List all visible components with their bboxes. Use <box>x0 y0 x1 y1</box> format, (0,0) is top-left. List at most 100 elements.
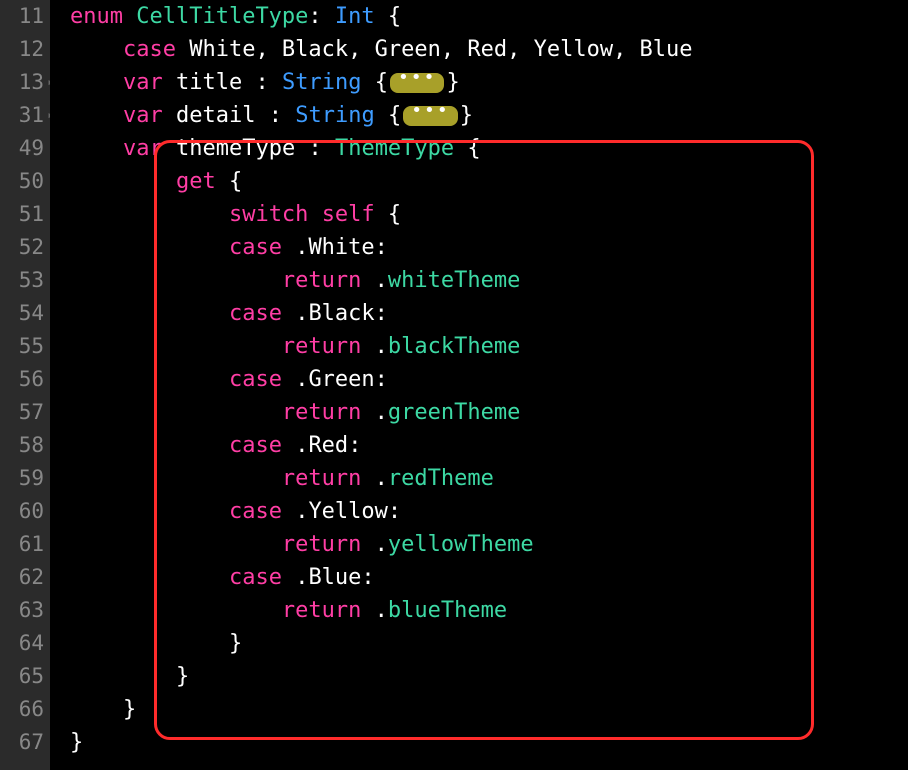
code-line: return .greenTheme <box>70 396 908 429</box>
keyword-self: self <box>322 202 375 227</box>
line-number-gutter: 111213▸31▸495051525354555657585960616263… <box>0 0 50 770</box>
punct: : <box>361 565 374 590</box>
type-int: Int <box>335 4 375 29</box>
ellipsis-icon: ••• <box>398 67 437 88</box>
line-number: 54 <box>4 297 44 330</box>
line-number: 51 <box>4 198 44 231</box>
code-line: case .Yellow: <box>70 495 908 528</box>
ellipsis-icon: ••• <box>411 100 450 121</box>
line-number: 62 <box>4 561 44 594</box>
punct: . <box>375 532 388 557</box>
member: yellowTheme <box>388 532 534 557</box>
line-number: 57 <box>4 396 44 429</box>
code-line: return .yellowTheme <box>70 528 908 561</box>
code-line: } <box>70 627 908 660</box>
type-name: CellTitleType <box>136 4 308 29</box>
keyword-case: case <box>229 433 282 458</box>
type-theme: ThemeType <box>335 136 454 161</box>
keyword-return: return <box>282 466 361 491</box>
brace: { <box>388 4 401 29</box>
code-line: case White, Black, Green, Red, Yellow, B… <box>70 33 908 66</box>
keyword-switch: switch <box>229 202 308 227</box>
code-line: return .blueTheme <box>70 594 908 627</box>
code-line: return .blackTheme <box>70 330 908 363</box>
line-number: 11 <box>4 0 44 33</box>
type-string: String <box>295 103 374 128</box>
brace: { <box>388 103 401 128</box>
var-name: title <box>176 70 242 95</box>
code-area[interactable]: enum CellTitleType: Int { case White, Bl… <box>50 0 908 770</box>
keyword-var: var <box>123 70 163 95</box>
punct: : <box>375 235 388 260</box>
line-number: 31▸ <box>4 99 44 132</box>
punct: . <box>295 565 308 590</box>
keyword-return: return <box>282 334 361 359</box>
brace: { <box>388 202 401 227</box>
code-line: var title : String {•••} <box>70 66 908 99</box>
line-number: 59 <box>4 462 44 495</box>
keyword-case: case <box>123 37 176 62</box>
line-number: 52 <box>4 231 44 264</box>
keyword-get: get <box>176 169 216 194</box>
type-string: String <box>282 70 361 95</box>
keyword-case: case <box>229 499 282 524</box>
enum-case: Blue <box>308 565 361 590</box>
punct: . <box>375 400 388 425</box>
punct: : <box>375 301 388 326</box>
keyword-case: case <box>229 301 282 326</box>
code-line: } <box>70 693 908 726</box>
fold-indicator[interactable]: ••• <box>390 73 445 93</box>
brace: } <box>460 103 473 128</box>
code-line: case .Blue: <box>70 561 908 594</box>
punct: : <box>255 70 268 95</box>
line-number: 67 <box>4 726 44 759</box>
line-number: 63 <box>4 594 44 627</box>
enum-case: Yellow <box>308 499 387 524</box>
keyword-case: case <box>229 367 282 392</box>
brace: } <box>70 730 83 755</box>
line-number: 64 <box>4 627 44 660</box>
code-line: } <box>70 660 908 693</box>
member: whiteTheme <box>388 268 520 293</box>
line-number: 53 <box>4 264 44 297</box>
keyword-var: var <box>123 103 163 128</box>
brace: { <box>467 136 480 161</box>
punct: . <box>375 268 388 293</box>
line-number: 65 <box>4 660 44 693</box>
code-line: get { <box>70 165 908 198</box>
var-name: themeType <box>176 136 295 161</box>
line-number: 49 <box>4 132 44 165</box>
member: greenTheme <box>388 400 520 425</box>
code-line: } <box>70 726 908 759</box>
punct: . <box>375 466 388 491</box>
keyword-return: return <box>282 532 361 557</box>
code-line: switch self { <box>70 198 908 231</box>
line-number: 56 <box>4 363 44 396</box>
punct: : <box>308 4 321 29</box>
punct: . <box>375 598 388 623</box>
code-editor[interactable]: 111213▸31▸495051525354555657585960616263… <box>0 0 908 770</box>
member: blueTheme <box>388 598 507 623</box>
line-number: 66 <box>4 693 44 726</box>
fold-indicator[interactable]: ••• <box>403 106 458 126</box>
brace: } <box>123 697 136 722</box>
punct: : <box>308 136 321 161</box>
brace: } <box>176 664 189 689</box>
punct: . <box>375 334 388 359</box>
punct: . <box>295 367 308 392</box>
punct: . <box>295 433 308 458</box>
keyword-return: return <box>282 400 361 425</box>
punct: : <box>269 103 282 128</box>
punct: : <box>348 433 361 458</box>
code-line: case .Black: <box>70 297 908 330</box>
enum-case: Black <box>308 301 374 326</box>
code-line: var themeType : ThemeType { <box>70 132 908 165</box>
line-number: 58 <box>4 429 44 462</box>
keyword-enum: enum <box>70 4 123 29</box>
line-number: 13▸ <box>4 66 44 99</box>
enum-members: White, Black, Green, Red, Yellow, Blue <box>189 37 692 62</box>
code-line: case .Green: <box>70 363 908 396</box>
enum-case: Red <box>308 433 348 458</box>
line-number: 60 <box>4 495 44 528</box>
code-line: enum CellTitleType: Int { <box>70 0 908 33</box>
